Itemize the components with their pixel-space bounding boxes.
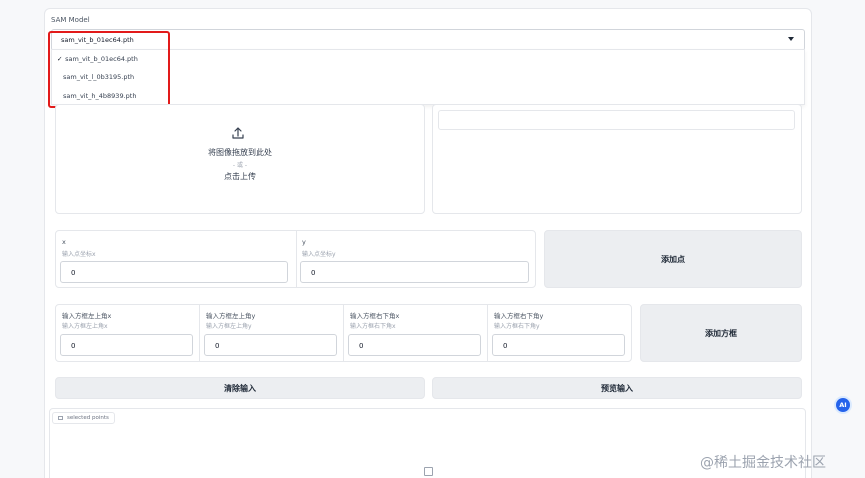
upload-or-text: - 或 -: [232, 162, 248, 169]
image-icon: [58, 416, 63, 420]
output-field[interactable]: [438, 110, 795, 130]
box-field-label: 输入方框左上角y: [206, 312, 256, 320]
model-select[interactable]: sam_vit_b_01ec64.pth: [51, 29, 805, 51]
box-field-label: 输入方框左上角x: [62, 312, 112, 320]
box-field-hint: 输入方框右下角x: [350, 323, 396, 330]
point-x-value: 0: [71, 269, 76, 277]
watermark: @稀土掘金技术社区: [700, 455, 826, 471]
point-y-hint: 输入点坐标y: [302, 251, 336, 258]
point-x-label: x: [62, 238, 66, 246]
caret-down-icon: [788, 37, 794, 41]
upload-icon: [232, 127, 244, 139]
model-option[interactable]: sam_vit_h_4b8939.pth: [63, 92, 136, 100]
divider: [487, 305, 488, 361]
model-option-label: sam_vit_l_0b3195.pth: [63, 73, 135, 81]
box-field-label: 输入方框右下角y: [494, 312, 544, 320]
clear-input-button[interactable]: 清除输入: [55, 377, 425, 399]
image-upload-area[interactable]: [55, 104, 425, 214]
checkmark-icon: ✓: [57, 55, 63, 63]
box-field-hint: 输入方框左上角x: [62, 323, 108, 330]
add-box-button[interactable]: 添加方框: [640, 304, 802, 362]
divider: [199, 305, 200, 361]
box-field-value: 0: [503, 342, 508, 350]
model-label: SAM Model: [51, 16, 90, 24]
point-y-input[interactable]: 0: [300, 261, 529, 283]
model-dropdown: ✓ sam_vit_b_01ec64.pth sam_vit_l_0b3195.…: [51, 49, 805, 105]
box-bottom-right-x-input[interactable]: 0: [348, 334, 481, 356]
box-bottom-right-y-input[interactable]: 0: [492, 334, 625, 356]
box-field-value: 0: [359, 342, 364, 350]
divider: [343, 305, 344, 361]
box-field-hint: 输入方框左上角y: [206, 323, 252, 330]
selected-points-label: selected points: [52, 412, 115, 424]
point-y-value: 0: [311, 269, 316, 277]
add-point-button[interactable]: 添加点: [544, 230, 802, 288]
box-field-label: 输入方框右下角x: [350, 312, 400, 320]
ai-assistant-button[interactable]: AI: [834, 396, 852, 414]
box-top-left-x-input[interactable]: 0: [60, 334, 193, 356]
model-select-value: sam_vit_b_01ec64.pth: [61, 36, 134, 44]
box-field-value: 0: [215, 342, 220, 350]
model-option[interactable]: sam_vit_l_0b3195.pth: [63, 73, 134, 81]
upload-drop-text: 将图像拖放到此处: [208, 148, 272, 157]
box-top-left-y-input[interactable]: 0: [204, 334, 337, 356]
model-option-label: sam_vit_b_01ec64.pth: [65, 55, 138, 63]
model-option-label: sam_vit_h_4b8939.pth: [63, 92, 137, 100]
model-option[interactable]: ✓ sam_vit_b_01ec64.pth: [57, 55, 138, 63]
image-placeholder-icon: [424, 467, 433, 476]
divider: [296, 231, 297, 287]
box-field-value: 0: [71, 342, 76, 350]
point-y-label: y: [302, 238, 306, 246]
upload-click-text: 点击上传: [224, 172, 256, 181]
point-x-input[interactable]: 0: [60, 261, 288, 283]
box-field-hint: 输入方框右下角y: [494, 323, 540, 330]
preview-input-button[interactable]: 预览输入: [432, 377, 802, 399]
point-x-hint: 输入点坐标x: [62, 251, 96, 258]
